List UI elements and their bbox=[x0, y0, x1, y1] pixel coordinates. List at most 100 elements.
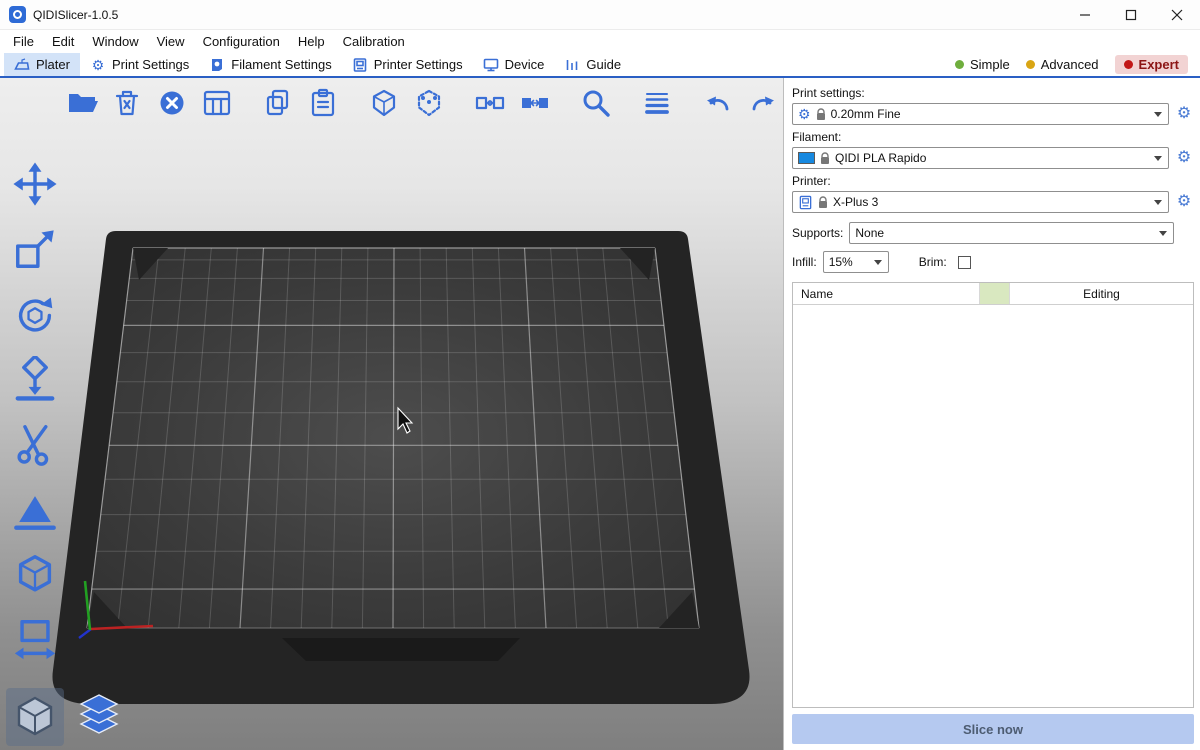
infill-combo[interactable]: 15% bbox=[823, 251, 889, 273]
split-parts-icon bbox=[519, 87, 551, 119]
add-instance-icon bbox=[368, 87, 400, 119]
filament-value: QIDI PLA Rapido bbox=[835, 151, 1149, 165]
copy-button[interactable] bbox=[258, 83, 298, 123]
tab-print-settings[interactable]: ⚙ Print Settings bbox=[80, 53, 199, 76]
editing-column-header: Editing bbox=[1010, 283, 1193, 304]
window-title: QIDISlicer-1.0.5 bbox=[33, 8, 118, 22]
mode-advanced[interactable]: Advanced bbox=[1026, 57, 1099, 72]
mode-simple-label: Simple bbox=[970, 57, 1010, 72]
search-icon bbox=[580, 87, 612, 119]
tab-guide[interactable]: Guide bbox=[554, 53, 631, 76]
menu-calibration[interactable]: Calibration bbox=[334, 32, 414, 51]
undo-button[interactable] bbox=[698, 83, 738, 123]
mode-selector: Simple Advanced Expert bbox=[955, 53, 1196, 76]
mode-simple[interactable]: Simple bbox=[955, 57, 1010, 72]
print-settings-gear-button[interactable]: ⚙ bbox=[1174, 104, 1194, 124]
print-settings-label: Print settings: bbox=[792, 86, 1194, 100]
print-settings-combo[interactable]: ⚙ 0.20mm Fine bbox=[792, 103, 1169, 125]
bed-front-notch bbox=[282, 638, 520, 661]
move-button[interactable] bbox=[8, 158, 62, 210]
place-on-face-button[interactable] bbox=[8, 353, 62, 405]
extruder-column-header bbox=[980, 283, 1010, 304]
menu-view[interactable]: View bbox=[148, 32, 194, 51]
3d-editor-view-button[interactable] bbox=[6, 688, 64, 746]
lock-icon bbox=[816, 108, 826, 121]
filament-settings-icon bbox=[209, 57, 225, 73]
scale-icon bbox=[12, 226, 58, 272]
menu-edit[interactable]: Edit bbox=[43, 32, 83, 51]
menu-configuration[interactable]: Configuration bbox=[194, 32, 289, 51]
close-button[interactable] bbox=[1154, 0, 1200, 30]
filament-combo[interactable]: QIDI PLA Rapido bbox=[792, 147, 1169, 169]
seam-button[interactable] bbox=[8, 548, 62, 600]
print-settings-icon: ⚙ bbox=[90, 57, 106, 73]
search-button[interactable] bbox=[576, 83, 616, 123]
move-icon bbox=[12, 161, 58, 207]
split-objects-button[interactable] bbox=[470, 83, 510, 123]
device-icon bbox=[483, 57, 499, 73]
guide-icon bbox=[564, 57, 580, 73]
tab-printer-settings[interactable]: Printer Settings bbox=[342, 53, 473, 76]
maximize-button[interactable] bbox=[1108, 0, 1154, 30]
delete-button[interactable] bbox=[107, 83, 147, 123]
chevron-down-icon bbox=[1159, 231, 1167, 236]
menu-bar: File Edit Window View Configuration Help… bbox=[0, 30, 1200, 53]
preview-view-button[interactable] bbox=[70, 688, 128, 746]
redo-icon bbox=[747, 87, 779, 119]
infill-label: Infill: bbox=[792, 255, 817, 269]
3d-editor-view-icon bbox=[11, 693, 59, 741]
object-list-body[interactable] bbox=[793, 305, 1193, 707]
3d-viewport[interactable] bbox=[0, 78, 783, 750]
filament-label: Filament: bbox=[792, 130, 1194, 144]
printer-combo[interactable]: X-Plus 3 bbox=[792, 191, 1169, 213]
tab-printer-settings-label: Printer Settings bbox=[374, 57, 463, 72]
remove-instance-button[interactable] bbox=[409, 83, 449, 123]
variable-layer-height-icon bbox=[641, 87, 673, 119]
printer-icon bbox=[798, 195, 813, 210]
brim-checkbox[interactable] bbox=[958, 256, 971, 269]
delete-all-button[interactable] bbox=[152, 83, 192, 123]
tab-filament-settings[interactable]: Filament Settings bbox=[199, 53, 341, 76]
printer-value: X-Plus 3 bbox=[833, 195, 1149, 209]
menu-file[interactable]: File bbox=[4, 32, 43, 51]
object-list[interactable]: Name Editing bbox=[792, 282, 1194, 708]
support-paint-button[interactable] bbox=[8, 483, 62, 535]
tab-plater[interactable]: Plater bbox=[4, 53, 80, 76]
mode-expert[interactable]: Expert bbox=[1115, 55, 1188, 74]
slice-now-button[interactable]: Slice now bbox=[792, 714, 1194, 744]
cut-button[interactable] bbox=[8, 418, 62, 470]
split-parts-button[interactable] bbox=[515, 83, 555, 123]
printer-label: Printer: bbox=[792, 174, 1194, 188]
measure-button[interactable] bbox=[8, 613, 62, 665]
menu-help[interactable]: Help bbox=[289, 32, 334, 51]
paste-icon bbox=[307, 87, 339, 119]
arrange-icon bbox=[201, 87, 233, 119]
delete-icon bbox=[111, 87, 143, 119]
arrange-button[interactable] bbox=[197, 83, 237, 123]
open-button[interactable] bbox=[62, 83, 102, 123]
left-toolbar bbox=[8, 158, 62, 665]
add-instance-button[interactable] bbox=[364, 83, 404, 123]
rotate-button[interactable] bbox=[8, 288, 62, 340]
paste-button[interactable] bbox=[303, 83, 343, 123]
open-icon bbox=[66, 87, 98, 119]
minimize-button[interactable] bbox=[1062, 0, 1108, 30]
chevron-down-icon bbox=[1154, 156, 1162, 161]
preset-gear-icon: ⚙ bbox=[798, 107, 811, 121]
menu-window[interactable]: Window bbox=[83, 32, 147, 51]
variable-layer-height-button[interactable] bbox=[637, 83, 677, 123]
scale-button[interactable] bbox=[8, 223, 62, 275]
simple-mode-dot-icon bbox=[955, 60, 964, 69]
place-on-face-icon bbox=[12, 356, 58, 402]
printer-gear-button[interactable]: ⚙ bbox=[1174, 192, 1194, 212]
split-objects-icon bbox=[474, 87, 506, 119]
supports-combo[interactable]: None bbox=[849, 222, 1174, 244]
tab-device[interactable]: Device bbox=[473, 53, 555, 76]
filament-gear-button[interactable]: ⚙ bbox=[1174, 148, 1194, 168]
close-icon bbox=[1171, 9, 1183, 21]
filament-color-swatch bbox=[798, 152, 815, 164]
chevron-down-icon bbox=[874, 260, 882, 265]
view-toggles bbox=[6, 688, 128, 746]
redo-button[interactable] bbox=[743, 83, 783, 123]
name-column-header: Name bbox=[793, 283, 980, 304]
